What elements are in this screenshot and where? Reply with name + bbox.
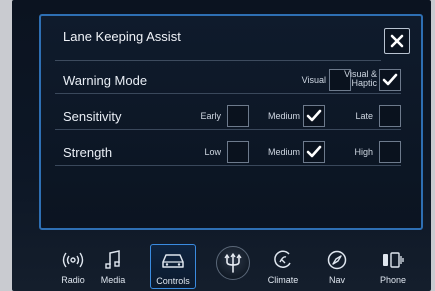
checkbox-strength-medium[interactable] [303,141,325,163]
compass-icon [327,250,347,270]
strength-row: Strength Low Medium High [55,138,401,166]
close-button[interactable] [384,28,410,54]
option-label-medium: Medium [267,147,300,157]
dock-label-nav: Nav [328,275,345,285]
dock-climate[interactable]: Climate [260,241,306,291]
checkbox-warning-visual-haptic[interactable] [379,69,401,91]
dock-nav[interactable]: Nav [314,241,360,291]
checkbox-sensitivity-early[interactable] [227,105,249,127]
dock-controls[interactable]: Controls [150,244,196,289]
dock-label-media: Media [100,275,126,285]
option-label-early: Early [200,111,221,121]
dock-label-climate: Climate [267,275,299,285]
dock-phone[interactable]: Phone [370,241,416,291]
dock-label-controls: Controls [156,276,190,286]
checkmark-icon [306,145,322,158]
checkbox-strength-high[interactable] [379,141,401,163]
close-icon [390,34,404,48]
phone-icon [383,252,404,268]
checkbox-strength-low[interactable] [227,141,249,163]
option-label-medium: Medium [267,111,300,121]
dock-label-phone: Phone [379,275,407,285]
warning-mode-label: Warning Mode [63,73,148,88]
option-label-low: Low [204,147,221,157]
option-label-late: Late [355,111,373,121]
checkbox-sensitivity-late[interactable] [379,105,401,127]
sensitivity-label: Sensitivity [63,109,122,124]
option-label-visual: Visual [301,75,326,85]
warning-mode-row: Warning Mode Visual Visual & Haptic [55,66,401,94]
checkmark-icon [306,109,322,122]
lane-keeping-assist-panel: Lane Keeping Assist Warning Mode Visual … [39,14,423,230]
sensitivity-row: Sensitivity Early Medium Late [55,102,401,130]
dock-label-radio: Radio [61,275,85,285]
option-label-high: High [354,147,373,157]
car-icon [162,254,184,268]
radio-icon [62,252,84,268]
strength-label: Strength [63,145,113,160]
trident-logo-button[interactable] [216,246,250,280]
dock-media[interactable]: Media [90,241,136,291]
option-label-visual-haptic: Visual & Haptic [344,69,377,88]
checkmark-icon [382,73,398,86]
climate-icon [274,250,291,268]
checkbox-sensitivity-medium[interactable] [303,105,325,127]
music-note-icon [105,250,120,269]
panel-title: Lane Keeping Assist [63,29,181,44]
trident-icon [224,252,242,273]
title-divider [55,60,381,61]
